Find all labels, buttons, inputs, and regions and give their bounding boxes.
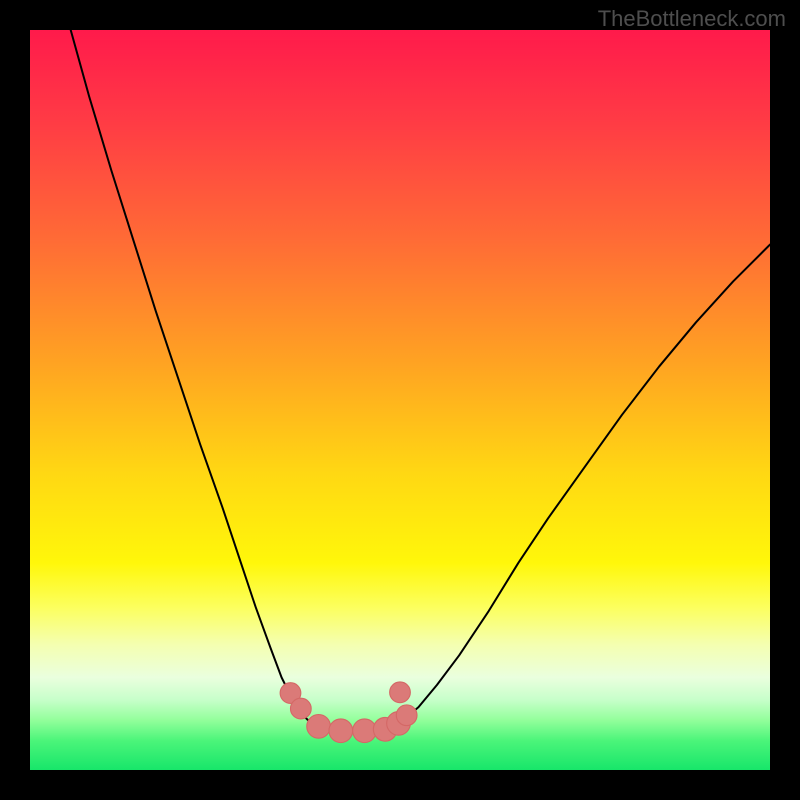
chart-frame: TheBottleneck.com — [0, 0, 800, 800]
plot-area — [30, 30, 770, 770]
marker-point — [329, 719, 353, 743]
watermark-text: TheBottleneck.com — [598, 6, 786, 32]
marker-point — [390, 682, 411, 703]
marker-point — [396, 705, 417, 726]
marker-point — [307, 715, 331, 739]
marker-point — [353, 719, 377, 743]
marker-points — [30, 30, 770, 770]
marker-point — [290, 698, 311, 719]
